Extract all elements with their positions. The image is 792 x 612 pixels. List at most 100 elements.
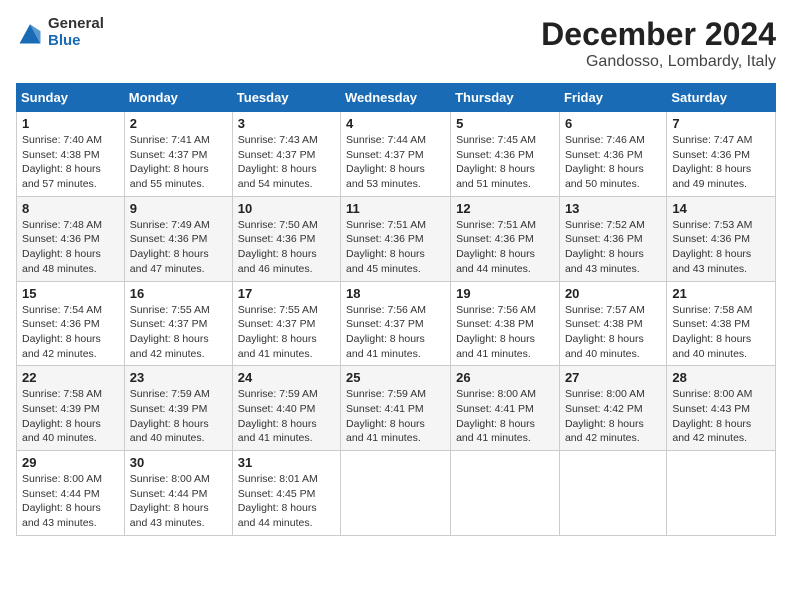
sunset-label: Sunset: 4:36 PM — [565, 233, 643, 245]
daylight-label: Daylight: 8 hours and 44 minutes. — [238, 502, 317, 529]
table-row: 17 Sunrise: 7:55 AM Sunset: 4:37 PM Dayl… — [232, 281, 340, 366]
day-number: 4 — [346, 116, 445, 131]
sunset-label: Sunset: 4:36 PM — [22, 318, 100, 330]
day-number: 7 — [672, 116, 770, 131]
day-number: 6 — [565, 116, 661, 131]
month-title: December 2024 — [541, 16, 776, 53]
table-row: 14 Sunrise: 7:53 AM Sunset: 4:36 PM Dayl… — [667, 196, 776, 281]
day-number: 9 — [130, 201, 227, 216]
sunrise-label: Sunrise: 7:59 AM — [238, 388, 318, 400]
daylight-label: Daylight: 8 hours and 41 minutes. — [346, 333, 425, 360]
sunrise-label: Sunrise: 7:50 AM — [238, 219, 318, 231]
sunset-label: Sunset: 4:39 PM — [130, 403, 208, 415]
sunrise-label: Sunrise: 8:00 AM — [456, 388, 536, 400]
table-row: 21 Sunrise: 7:58 AM Sunset: 4:38 PM Dayl… — [667, 281, 776, 366]
day-info: Sunrise: 7:51 AM Sunset: 4:36 PM Dayligh… — [346, 218, 445, 277]
table-row: 12 Sunrise: 7:51 AM Sunset: 4:36 PM Dayl… — [451, 196, 560, 281]
sunrise-label: Sunrise: 7:57 AM — [565, 304, 645, 316]
table-row: 16 Sunrise: 7:55 AM Sunset: 4:37 PM Dayl… — [124, 281, 232, 366]
sunset-label: Sunset: 4:36 PM — [22, 233, 100, 245]
sunrise-label: Sunrise: 7:46 AM — [565, 134, 645, 146]
sunrise-label: Sunrise: 7:56 AM — [456, 304, 536, 316]
day-number: 21 — [672, 286, 770, 301]
table-row: 18 Sunrise: 7:56 AM Sunset: 4:37 PM Dayl… — [341, 281, 451, 366]
table-row: 26 Sunrise: 8:00 AM Sunset: 4:41 PM Dayl… — [451, 366, 560, 451]
daylight-label: Daylight: 8 hours and 42 minutes. — [565, 418, 644, 445]
sunset-label: Sunset: 4:38 PM — [22, 149, 100, 161]
table-row — [559, 451, 666, 536]
daylight-label: Daylight: 8 hours and 51 minutes. — [456, 163, 535, 190]
calendar-week-row: 8 Sunrise: 7:48 AM Sunset: 4:36 PM Dayli… — [17, 196, 776, 281]
day-info: Sunrise: 7:47 AM Sunset: 4:36 PM Dayligh… — [672, 133, 770, 192]
sunrise-label: Sunrise: 7:40 AM — [22, 134, 102, 146]
table-row: 30 Sunrise: 8:00 AM Sunset: 4:44 PM Dayl… — [124, 451, 232, 536]
day-info: Sunrise: 7:55 AM Sunset: 4:37 PM Dayligh… — [238, 303, 335, 362]
day-info: Sunrise: 7:48 AM Sunset: 4:36 PM Dayligh… — [22, 218, 119, 277]
table-row: 19 Sunrise: 7:56 AM Sunset: 4:38 PM Dayl… — [451, 281, 560, 366]
daylight-label: Daylight: 8 hours and 40 minutes. — [565, 333, 644, 360]
sunset-label: Sunset: 4:41 PM — [346, 403, 424, 415]
sunset-label: Sunset: 4:38 PM — [672, 318, 750, 330]
sunrise-label: Sunrise: 7:54 AM — [22, 304, 102, 316]
day-info: Sunrise: 7:41 AM Sunset: 4:37 PM Dayligh… — [130, 133, 227, 192]
table-row: 29 Sunrise: 8:00 AM Sunset: 4:44 PM Dayl… — [17, 451, 125, 536]
day-info: Sunrise: 7:59 AM Sunset: 4:40 PM Dayligh… — [238, 387, 335, 446]
day-number: 20 — [565, 286, 661, 301]
daylight-label: Daylight: 8 hours and 48 minutes. — [22, 248, 101, 275]
sunset-label: Sunset: 4:36 PM — [672, 233, 750, 245]
sunset-label: Sunset: 4:36 PM — [565, 149, 643, 161]
table-row: 5 Sunrise: 7:45 AM Sunset: 4:36 PM Dayli… — [451, 112, 560, 197]
sunrise-label: Sunrise: 7:53 AM — [672, 219, 752, 231]
table-row: 2 Sunrise: 7:41 AM Sunset: 4:37 PM Dayli… — [124, 112, 232, 197]
sunset-label: Sunset: 4:36 PM — [130, 233, 208, 245]
day-number: 19 — [456, 286, 554, 301]
day-info: Sunrise: 7:40 AM Sunset: 4:38 PM Dayligh… — [22, 133, 119, 192]
day-number: 2 — [130, 116, 227, 131]
title-area: December 2024 Gandosso, Lombardy, Italy — [541, 16, 776, 71]
sunrise-label: Sunrise: 7:44 AM — [346, 134, 426, 146]
day-number: 14 — [672, 201, 770, 216]
sunset-label: Sunset: 4:41 PM — [456, 403, 534, 415]
sunset-label: Sunset: 4:38 PM — [456, 318, 534, 330]
daylight-label: Daylight: 8 hours and 42 minutes. — [22, 333, 101, 360]
table-row: 8 Sunrise: 7:48 AM Sunset: 4:36 PM Dayli… — [17, 196, 125, 281]
daylight-label: Daylight: 8 hours and 42 minutes. — [672, 418, 751, 445]
day-info: Sunrise: 7:59 AM Sunset: 4:41 PM Dayligh… — [346, 387, 445, 446]
day-number: 29 — [22, 455, 119, 470]
day-info: Sunrise: 7:44 AM Sunset: 4:37 PM Dayligh… — [346, 133, 445, 192]
day-number: 22 — [22, 370, 119, 385]
sunrise-label: Sunrise: 7:48 AM — [22, 219, 102, 231]
day-number: 26 — [456, 370, 554, 385]
sunrise-label: Sunrise: 8:00 AM — [565, 388, 645, 400]
col-thursday: Thursday — [451, 84, 560, 112]
sunrise-label: Sunrise: 7:43 AM — [238, 134, 318, 146]
day-number: 10 — [238, 201, 335, 216]
day-number: 3 — [238, 116, 335, 131]
table-row: 11 Sunrise: 7:51 AM Sunset: 4:36 PM Dayl… — [341, 196, 451, 281]
sunrise-label: Sunrise: 8:01 AM — [238, 473, 318, 485]
sunset-label: Sunset: 4:37 PM — [238, 318, 316, 330]
table-row: 1 Sunrise: 7:40 AM Sunset: 4:38 PM Dayli… — [17, 112, 125, 197]
sunset-label: Sunset: 4:40 PM — [238, 403, 316, 415]
daylight-label: Daylight: 8 hours and 57 minutes. — [22, 163, 101, 190]
day-number: 11 — [346, 201, 445, 216]
sunset-label: Sunset: 4:36 PM — [456, 149, 534, 161]
day-info: Sunrise: 7:43 AM Sunset: 4:37 PM Dayligh… — [238, 133, 335, 192]
day-info: Sunrise: 7:46 AM Sunset: 4:36 PM Dayligh… — [565, 133, 661, 192]
day-info: Sunrise: 7:56 AM Sunset: 4:38 PM Dayligh… — [456, 303, 554, 362]
sunrise-label: Sunrise: 7:51 AM — [456, 219, 536, 231]
sunrise-label: Sunrise: 7:52 AM — [565, 219, 645, 231]
day-info: Sunrise: 7:59 AM Sunset: 4:39 PM Dayligh… — [130, 387, 227, 446]
day-number: 28 — [672, 370, 770, 385]
day-info: Sunrise: 7:57 AM Sunset: 4:38 PM Dayligh… — [565, 303, 661, 362]
logo-icon — [16, 19, 44, 47]
daylight-label: Daylight: 8 hours and 43 minutes. — [22, 502, 101, 529]
day-info: Sunrise: 8:01 AM Sunset: 4:45 PM Dayligh… — [238, 472, 335, 531]
col-saturday: Saturday — [667, 84, 776, 112]
sunset-label: Sunset: 4:37 PM — [346, 149, 424, 161]
daylight-label: Daylight: 8 hours and 41 minutes. — [238, 333, 317, 360]
day-number: 30 — [130, 455, 227, 470]
daylight-label: Daylight: 8 hours and 44 minutes. — [456, 248, 535, 275]
daylight-label: Daylight: 8 hours and 45 minutes. — [346, 248, 425, 275]
daylight-label: Daylight: 8 hours and 55 minutes. — [130, 163, 209, 190]
